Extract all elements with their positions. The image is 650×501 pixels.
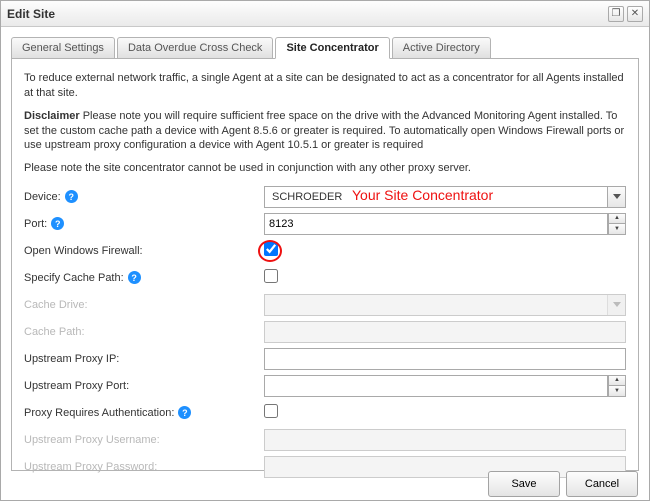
device-select[interactable]: SCHROEDER (264, 186, 626, 208)
cache-path-label: Specify Cache Path: ? (24, 271, 264, 284)
maximize-button[interactable]: ❐ (608, 6, 624, 22)
proxy-auth-checkbox[interactable] (264, 404, 278, 418)
note-text: Please note the site concentrator cannot… (24, 161, 626, 176)
proxy-port-input[interactable] (264, 375, 608, 397)
save-button[interactable]: Save (488, 471, 560, 497)
cache-drive-select (264, 294, 626, 316)
device-label: Device: ? (24, 190, 264, 203)
tab-site-concentrator[interactable]: Site Concentrator (275, 37, 389, 59)
proxy-user-label: Upstream Proxy Username: (24, 434, 264, 446)
intro-text: To reduce external network traffic, a si… (24, 71, 626, 101)
chevron-down-icon[interactable] (607, 187, 625, 207)
cancel-button[interactable]: Cancel (566, 471, 638, 497)
dialog-footer: Save Cancel (488, 471, 638, 497)
proxy-pass-label: Upstream Proxy Password: (24, 461, 264, 473)
cache-path-checkbox[interactable] (264, 269, 278, 283)
firewall-label: Open Windows Firewall: (24, 245, 264, 257)
tab-data-overdue[interactable]: Data Overdue Cross Check (117, 37, 274, 58)
tab-strip: General Settings Data Overdue Cross Chec… (11, 35, 639, 59)
help-icon[interactable]: ? (51, 217, 64, 230)
tab-active-directory[interactable]: Active Directory (392, 37, 491, 58)
disclaimer-label: Disclaimer (24, 110, 80, 122)
proxy-ip-input[interactable] (264, 348, 626, 370)
cache-path-input (264, 321, 626, 343)
port-label: Port: ? (24, 217, 264, 230)
proxy-port-step-down[interactable]: ▼ (609, 385, 625, 396)
close-button[interactable]: ✕ (627, 6, 643, 22)
port-step-down[interactable]: ▼ (609, 223, 625, 234)
disclaimer-text: Disclaimer Please note you will require … (24, 109, 626, 154)
title-bar: Edit Site ❐ ✕ (1, 1, 649, 27)
tab-general-settings[interactable]: General Settings (11, 37, 115, 58)
window-title: Edit Site (7, 7, 605, 21)
proxy-auth-label: Proxy Requires Authentication: ? (24, 406, 264, 419)
proxy-user-input (264, 429, 626, 451)
firewall-checkbox[interactable] (264, 242, 278, 256)
port-step-up[interactable]: ▲ (609, 214, 625, 224)
port-input[interactable] (264, 213, 608, 235)
help-icon[interactable]: ? (128, 271, 141, 284)
tab-panel: To reduce external network traffic, a si… (11, 59, 639, 471)
proxy-ip-label: Upstream Proxy IP: (24, 353, 264, 365)
cache-path-value-label: Cache Path: (24, 326, 264, 338)
chevron-down-icon (607, 295, 625, 315)
proxy-port-step-up[interactable]: ▲ (609, 376, 625, 386)
help-icon[interactable]: ? (65, 190, 78, 203)
cache-drive-label: Cache Drive: (24, 299, 264, 311)
proxy-port-label: Upstream Proxy Port: (24, 380, 264, 392)
help-icon[interactable]: ? (178, 406, 191, 419)
